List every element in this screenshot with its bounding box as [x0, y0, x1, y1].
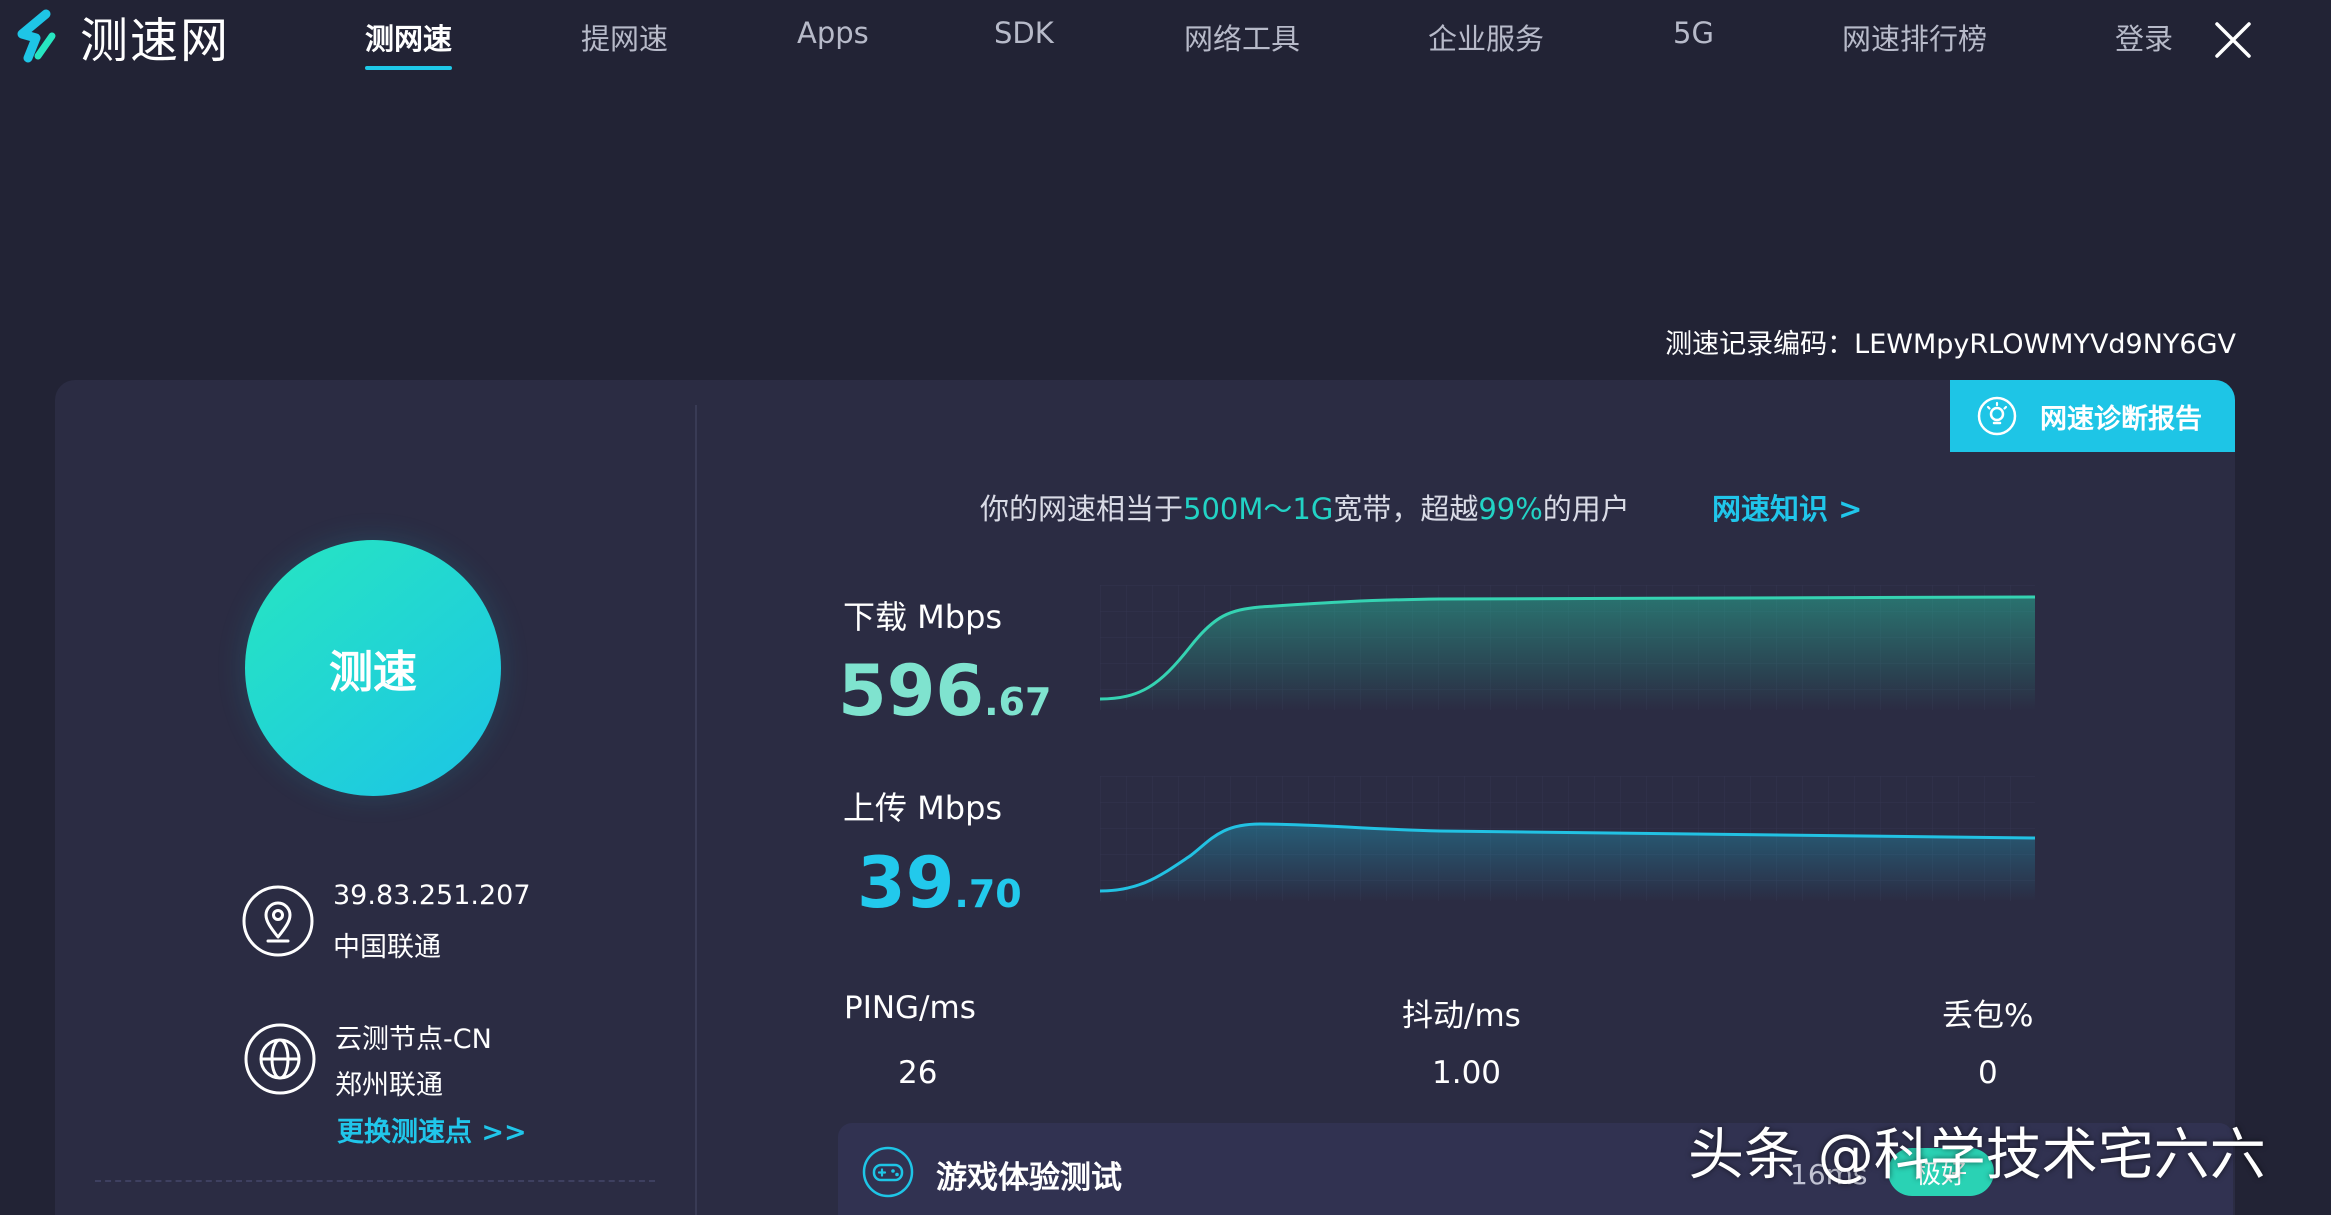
speed-knowledge-link[interactable]: 网速知识 >: [1712, 486, 1862, 528]
nav-item-sdk[interactable]: SDK: [994, 16, 1054, 50]
record-label: 测速记录编码：: [1665, 329, 1855, 360]
download-dec: .67: [984, 680, 1052, 724]
ping-value: 26: [898, 1055, 938, 1091]
nav-item-enterprise[interactable]: 企业服务: [1428, 16, 1544, 58]
jitter-value: 1.00: [1432, 1055, 1502, 1091]
diagnosis-report-button[interactable]: 网速诊断报告: [1950, 380, 2235, 452]
gamepad-icon: [862, 1146, 914, 1198]
lightbulb-icon: [1977, 396, 2017, 436]
record-value: LEWMpyRLOWMYVd9NY6GV: [1854, 329, 2236, 360]
start-test-button[interactable]: 测速: [245, 540, 501, 796]
upload-dec: .70: [954, 872, 1022, 916]
isp-name: 中国联通: [333, 932, 441, 963]
nav-item-network-tools[interactable]: 网络工具: [1184, 16, 1300, 58]
record-code: 测速记录编码：LEWMpyRLOWMYVd9NY6GV: [1665, 322, 2236, 361]
watermark-text: 头条 @科学技术宅六六: [1688, 1123, 2266, 1188]
nav-item-ranking[interactable]: 网速排行榜: [1842, 16, 1987, 58]
nav-item-login[interactable]: 登录: [2115, 16, 2173, 58]
upload-label: 上传 Mbps: [843, 789, 1003, 827]
speed-summary: 你的网速相当于500M～1G宽带，超越99%的用户: [980, 486, 1630, 528]
left-divider: [95, 1180, 655, 1182]
download-speed-graph: [1100, 585, 2035, 710]
game-test-label: 游戏体验测试: [936, 1160, 1122, 1196]
download-int: 596: [838, 650, 985, 732]
close-icon[interactable]: [2213, 20, 2253, 60]
start-test-label: 测速: [329, 647, 417, 698]
change-node-link[interactable]: 更换测速点 >>: [337, 1110, 527, 1149]
summary-percent: 99%: [1478, 492, 1543, 526]
upload-value: 39.70: [857, 848, 1022, 918]
ping-label: PING/ms: [844, 990, 976, 1026]
nav-item-apps[interactable]: Apps: [797, 16, 869, 50]
column-divider: [695, 405, 697, 1215]
upload-speed-graph: [1100, 776, 2035, 901]
packet-loss-value: 0: [1978, 1055, 1998, 1091]
summary-prefix: 你的网速相当于: [980, 492, 1184, 526]
nav-item-boost[interactable]: 提网速: [581, 16, 668, 58]
summary-bandwidth: 500M～1G: [1183, 492, 1334, 526]
location-icon: [242, 885, 314, 957]
node-isp: 郑州联通: [335, 1070, 443, 1101]
logo[interactable]: 测速网: [10, 6, 230, 69]
logo-icon: [17, 9, 56, 63]
download-graph-area: [1100, 597, 2035, 710]
summary-suffix: 的用户: [1542, 492, 1630, 526]
node-name: 云测节点-CN: [335, 1024, 492, 1055]
nav-item-speed-test[interactable]: 测网速: [365, 16, 453, 70]
top-nav: 测速网 测网速 提网速 Apps SDK 网络工具 企业服务 5G 网速排行榜 …: [0, 0, 2331, 80]
upload-int: 39: [857, 842, 955, 924]
jitter-label: 抖动/ms: [1402, 998, 1521, 1034]
globe-icon: [244, 1023, 316, 1095]
download-value: 596.67: [838, 656, 1051, 726]
logo-text: 测速网: [80, 13, 231, 69]
nav-item-5g[interactable]: 5G: [1673, 16, 1714, 50]
packet-loss-label: 丢包%: [1942, 998, 2034, 1034]
download-label: 下载 Mbps: [843, 598, 1003, 636]
summary-middle: 宽带，超越: [1333, 492, 1479, 526]
ip-address: 39.83.251.207: [333, 880, 531, 911]
diagnosis-report-label: 网速诊断报告: [2040, 403, 2202, 435]
